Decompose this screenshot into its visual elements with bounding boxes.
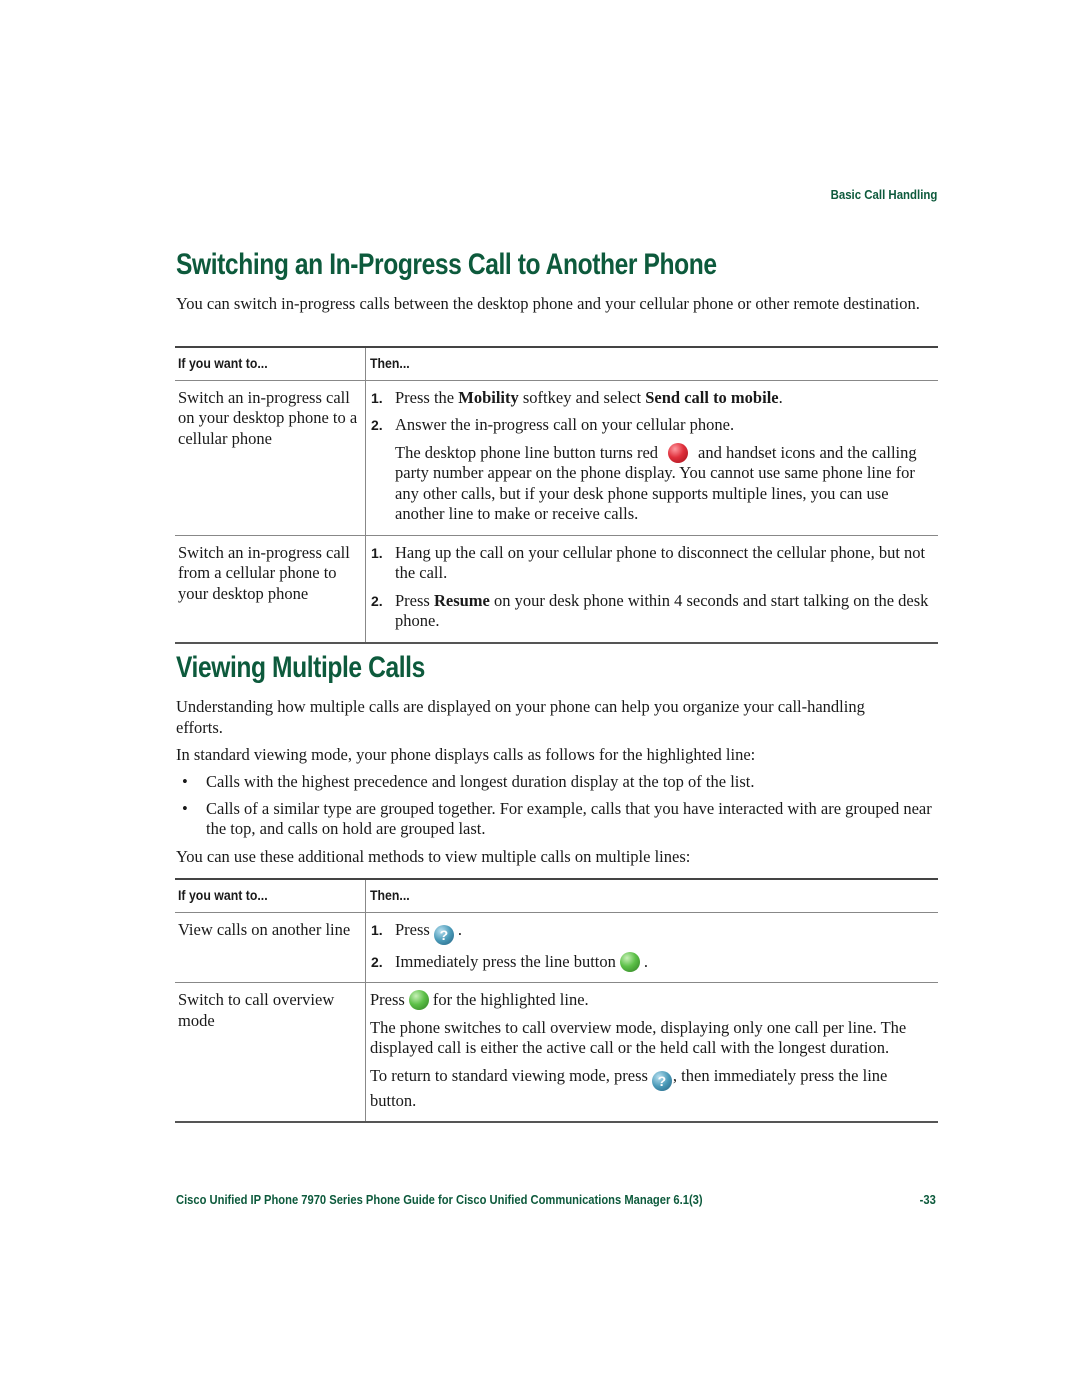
step-number: 2. [371,953,383,970]
help-button-icon: ? [651,1070,672,1091]
help-button-icon: ? [433,924,454,945]
task-cell: View calls on another line [175,912,366,983]
step-item: 2. Press Resume on your desk phone withi… [371,590,929,631]
step-number: 1. [371,921,383,938]
red-line-button-icon [668,442,689,463]
task-cell: Switch to call overview mode [175,982,366,1123]
instruction-return: To return to standard viewing mode, pres… [370,1065,888,1110]
column-header-want: If you want to... [175,878,366,913]
bullet-glyph: • [182,798,188,818]
steps-cell: 1. Press the Mobility softkey and select… [365,380,938,536]
switch-call-table: If you want to... Then... Switch an in-p… [175,346,938,644]
table-row: View calls on another line 1. Press?. 2.… [175,912,938,983]
send-call-to-mobile-label: Send call to mobile [645,387,779,407]
section2-paragraph-3: You can use these additional methods to … [176,847,691,866]
bullet-item: • Calls of a similar type are grouped tog… [182,798,932,839]
page-number: -33 [919,1192,936,1207]
bullet-list: • Calls with the highest precedence and l… [176,772,938,846]
step-item: 2. Answer the in-progress call on your c… [370,415,934,525]
table-row: Switch an in-progress call on your deskt… [175,380,938,536]
task-cell: Switch an in-progress call on your deskt… [175,380,366,536]
section-title-viewing-multiple-calls: Viewing Multiple Calls [176,651,425,684]
step-item: 1. Press?. [371,919,462,945]
running-header: Basic Call Handling [830,187,937,202]
bullet-item: • Calls with the highest precedence and l… [182,772,755,791]
step-item: 1. Hang up the call on your cellular pho… [371,542,926,583]
green-line-button-icon [408,990,429,1010]
steps-cell: 1. Hang up the call on your cellular pho… [365,535,938,644]
table-header-row: If you want to... Then... [175,346,938,381]
section-intro-paragraph: You can switch in-progress calls between… [176,294,920,313]
multiple-calls-table: If you want to... Then... View calls on … [175,878,938,1123]
step-number: 1. [371,544,383,561]
page-footer: Cisco Unified IP Phone 7970 Series Phone… [176,1192,938,1207]
step-number: 2. [371,592,383,609]
section-title-switching-call: Switching an In-Progress Call to Another… [176,248,717,281]
step-item: 1. Press the Mobility softkey and select… [371,387,783,407]
instruction-line: Press for the highlighted line. [370,990,589,1010]
table-header-row: If you want to... Then... [175,878,938,913]
table-row: Switch to call overview mode Press for th… [175,982,938,1123]
instruction-description: The phone switches to call overview mode… [370,1017,907,1058]
green-line-button-icon [619,951,640,972]
resume-softkey-label: Resume [433,590,490,610]
column-header-want: If you want to... [175,346,366,381]
section2-paragraph-2: In standard viewing mode, your phone dis… [176,745,756,764]
task-cell: Switch an in-progress call from a cellul… [175,535,366,644]
steps-cell: 1. Press?. 2. Immediately press the line… [365,912,938,983]
column-header-then: Then... [365,878,938,913]
steps-cell: Press for the highlighted line. The phone… [365,982,938,1123]
step-number: 1. [371,389,383,406]
step-number: 2. [371,417,383,433]
column-header-then: Then... [365,346,938,381]
mobility-softkey-label: Mobility [458,387,519,407]
step-note: The desktop phone line button turns red a… [395,442,917,523]
footer-document-title: Cisco Unified IP Phone 7970 Series Phone… [176,1192,703,1207]
table-row: Switch an in-progress call from a cellul… [175,535,938,644]
bullet-glyph: • [182,772,188,791]
step-item: 2. Immediately press the line button. [371,951,648,972]
section2-paragraph-1: Understanding how multiple calls are dis… [176,697,865,737]
